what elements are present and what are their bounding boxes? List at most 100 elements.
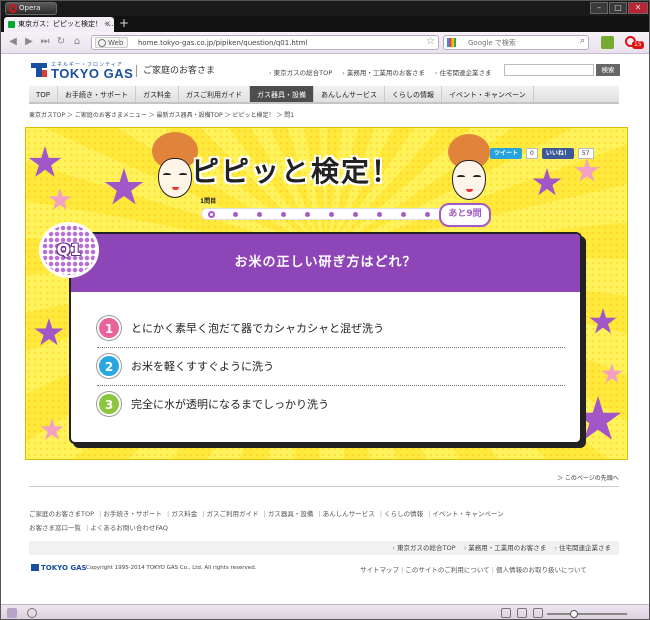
eye-icon bbox=[179, 173, 187, 176]
opera-notification-icon[interactable]: 15 bbox=[625, 36, 644, 50]
logo-text[interactable]: TOKYO GAS bbox=[51, 66, 133, 81]
progress-dot bbox=[401, 212, 406, 217]
window-controls: – □ ✕ bbox=[590, 2, 648, 14]
footer-link[interactable]: ガス料金 bbox=[167, 510, 197, 518]
quiz-title: ピピッと検定！ bbox=[191, 155, 402, 188]
answer-text-3[interactable]: 完全に水が透明になるまでしっかり洗う bbox=[131, 396, 329, 412]
web-badge-label: Web bbox=[108, 39, 124, 47]
top-link-corporate[interactable]: 東京ガスの総合TOP bbox=[269, 67, 333, 77]
google-icon[interactable] bbox=[447, 38, 456, 47]
eye-icon bbox=[457, 175, 465, 178]
minimize-icon[interactable]: – bbox=[590, 2, 608, 14]
footer-link[interactable]: お客さま窓口一覧 bbox=[29, 524, 81, 532]
opera-menu-button[interactable]: Opera bbox=[5, 2, 57, 15]
answer-option-3[interactable]: 3 完全に水が透明になるまでしっかり洗う bbox=[97, 386, 565, 424]
progress-dot bbox=[425, 212, 430, 217]
privacy-link[interactable]: 個人情報のお取り扱いについて bbox=[492, 566, 587, 574]
footer-link[interactable]: ご家庭のお客さまTOP bbox=[29, 510, 94, 518]
face-icon bbox=[158, 158, 192, 198]
sitemap-link[interactable]: サイトマップ bbox=[360, 566, 399, 574]
close-window-icon[interactable]: ✕ bbox=[628, 2, 648, 14]
search-icon[interactable]: ⌕ bbox=[580, 36, 585, 46]
fast-forward-icon[interactable]: ⏭ bbox=[39, 36, 51, 48]
nav-lifestyle[interactable]: くらしの情報 bbox=[385, 86, 443, 102]
nav-gas-rates[interactable]: ガス料金 bbox=[136, 86, 180, 102]
footer-link[interactable]: お手続き・サポート bbox=[99, 510, 162, 518]
question-text: お米の正しい研ぎ方はどれ？ bbox=[234, 255, 417, 270]
opera-menu-label: Opera bbox=[19, 4, 41, 12]
zoom-slider-handle[interactable] bbox=[570, 610, 578, 618]
view-icon[interactable] bbox=[501, 608, 511, 618]
page-zoom-icon[interactable] bbox=[533, 608, 543, 618]
site-search-input[interactable] bbox=[504, 64, 594, 76]
forward-icon[interactable]: ▶ bbox=[23, 36, 35, 48]
tokyo-gas-logo-icon[interactable] bbox=[31, 63, 47, 77]
copyright: Copyright 1995-2014 TOKYO GAS Co., Ltd. … bbox=[86, 565, 257, 571]
site-search-button[interactable]: 検索 bbox=[596, 64, 620, 76]
tab-close-icon[interactable]: × bbox=[104, 17, 111, 31]
footer-link[interactable]: ガス器具・設備 bbox=[264, 510, 314, 518]
nav-safety-service[interactable]: あんしんサービス bbox=[314, 86, 386, 102]
back-icon[interactable]: ◀ bbox=[7, 36, 19, 48]
answer-option-2[interactable]: 2 お米を軽くすすぐように洗う bbox=[97, 348, 565, 386]
footer-bar-link[interactable]: 住宅関連企業さま bbox=[554, 544, 611, 552]
footer-logo[interactable]: TOKYO GAS bbox=[31, 564, 87, 572]
address-bar[interactable]: Web home.tokyo-gas.co.jp/pipiken/questio… bbox=[91, 35, 439, 50]
mouth-icon bbox=[172, 187, 179, 190]
global-nav: TOP お手続き・サポート ガス料金 ガスご利用ガイド ガス器具・設備 あんしん… bbox=[29, 86, 619, 104]
eye-icon bbox=[473, 175, 481, 178]
browser-search-box[interactable]: ⌕ bbox=[443, 35, 589, 50]
maximize-icon[interactable]: □ bbox=[609, 2, 627, 14]
zoom-slider[interactable] bbox=[547, 613, 627, 615]
top-link-housing[interactable]: 住宅関連企業さま bbox=[435, 67, 492, 77]
browser-search-input[interactable] bbox=[468, 37, 573, 48]
top-link-business[interactable]: 業務用・工業用のお客さま bbox=[342, 67, 425, 77]
face-icon bbox=[452, 160, 486, 200]
footer-link[interactable]: ガスご利用ガイド bbox=[202, 510, 258, 518]
footer-bar: 東京ガスの総合TOP 業務用・工業用のお客さま 住宅関連企業さま bbox=[29, 541, 619, 555]
image-toggle-icon[interactable] bbox=[517, 608, 527, 618]
nav-top[interactable]: TOP bbox=[29, 86, 59, 102]
footer-link[interactable]: あんしんサービス bbox=[318, 510, 374, 518]
panel-toggle-icon[interactable] bbox=[7, 608, 17, 618]
turbo-icon[interactable] bbox=[27, 608, 37, 618]
footer-bar-link[interactable]: 業務用・工業用のお客さま bbox=[464, 544, 547, 552]
footer-link[interactable]: イベント・キャンペーン bbox=[428, 510, 503, 518]
progress-dot bbox=[257, 212, 262, 217]
answer-option-1[interactable]: 1 とにかく素早く泡だて器でカシャカシャと混ぜ洗う bbox=[97, 310, 565, 348]
back-to-top-link[interactable]: ＞ このページの先頭へ bbox=[557, 473, 619, 482]
url-text[interactable]: home.tokyo-gas.co.jp/pipiken/question/q0… bbox=[138, 37, 307, 49]
progress-dot bbox=[233, 212, 238, 217]
terms-link[interactable]: このサイトのご利用について bbox=[401, 566, 490, 574]
new-tab-button[interactable]: + bbox=[119, 16, 129, 31]
nav-events[interactable]: イベント・キャンペーン bbox=[442, 86, 534, 102]
answer-text-2[interactable]: お米を軽くすすぐように洗う bbox=[131, 358, 274, 374]
globe-icon bbox=[98, 39, 106, 47]
nav-procedures[interactable]: お手続き・サポート bbox=[58, 86, 137, 102]
notification-count: 15 bbox=[632, 41, 644, 49]
footer-bar-link[interactable]: 東京ガスの総合TOP bbox=[392, 544, 455, 552]
home-icon[interactable]: ⌂ bbox=[71, 36, 83, 48]
speed-dial-icon[interactable] bbox=[601, 36, 614, 49]
progress-dot bbox=[377, 212, 382, 217]
breadcrumb[interactable]: 東京ガスTOP ＞ ご家庭のお客さまメニュー ＞ 最新ガス器具・設備TOP ＞ … bbox=[29, 110, 294, 119]
progress-dot bbox=[305, 212, 310, 217]
reload-icon[interactable]: ↻ bbox=[55, 36, 67, 48]
bookmark-star-icon[interactable]: ☆ bbox=[426, 36, 435, 47]
footer-logo-icon bbox=[31, 564, 39, 571]
nav-usage-guide[interactable]: ガスご利用ガイド bbox=[179, 86, 251, 102]
site-name: ご家庭のお客さま bbox=[136, 65, 215, 77]
nav-appliances[interactable]: ガス器具・設備 bbox=[250, 86, 315, 102]
site-header: エネルギー・フロンティア TOKYO GAS ご家庭のお客さま 東京ガスの総合T… bbox=[29, 61, 620, 83]
footer-link[interactable]: よくあるお問い合わせFAQ bbox=[86, 524, 168, 532]
progress-dot bbox=[353, 212, 358, 217]
browser-tab[interactable]: 東京ガス：ピピッと検定！ -... × bbox=[4, 17, 114, 32]
quiz-hero: ピピッと検定！ ツイート 0 いいね！ 57 1問目 あと9問 お米の正しい研ぎ… bbox=[25, 127, 628, 460]
web-badge[interactable]: Web bbox=[95, 37, 129, 48]
footer-bottom-links: サイトマップ このサイトのご利用について 個人情報のお取り扱いについて bbox=[360, 564, 587, 574]
browser-window: Opera – □ ✕ 東京ガス：ピピッと検定！ -... × + ◀ ▶ ⏭ … bbox=[0, 0, 650, 620]
footer-link[interactable]: くらしの情報 bbox=[380, 510, 423, 518]
answer-text-1[interactable]: とにかく素早く泡だて器でカシャカシャと混ぜ洗う bbox=[131, 320, 384, 336]
like-button[interactable]: いいね！ bbox=[541, 148, 574, 159]
tweet-button[interactable]: ツイート bbox=[490, 148, 523, 159]
